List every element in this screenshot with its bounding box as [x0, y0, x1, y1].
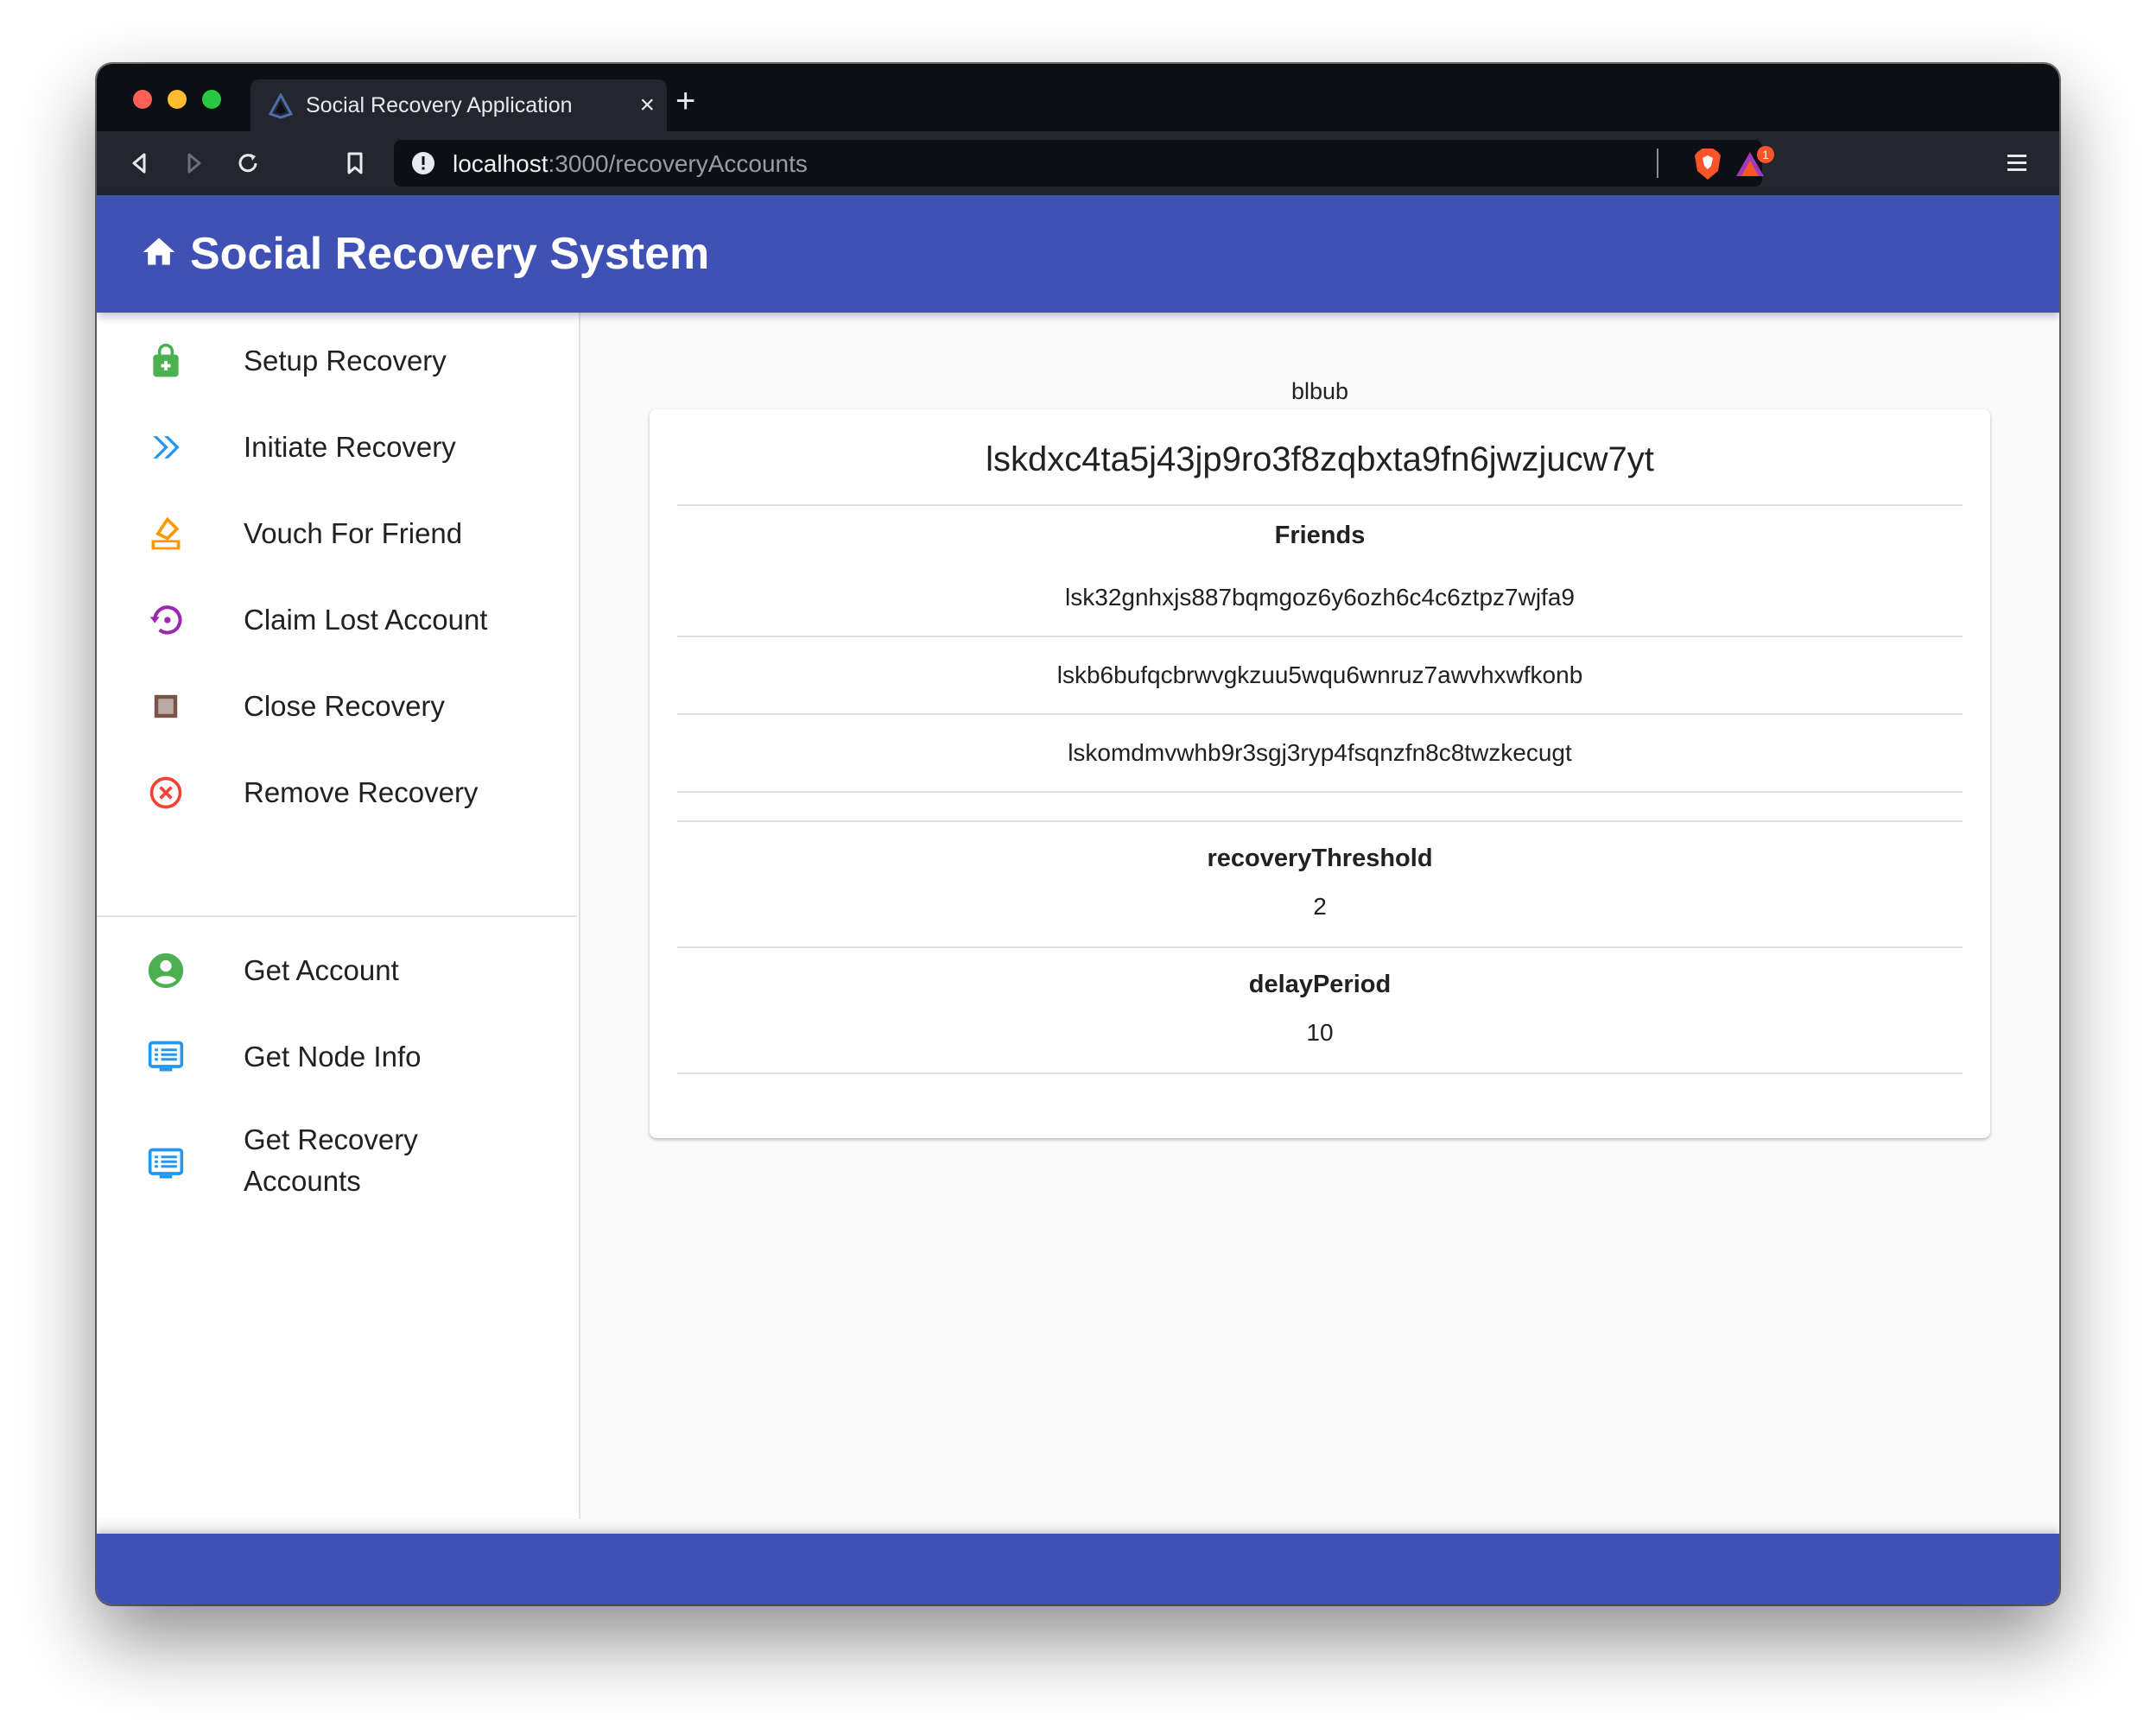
recovery-threshold-heading: recoveryThreshold: [1207, 845, 1433, 872]
divider: [677, 820, 1963, 822]
sidebar-item-label: Get Recovery Accounts: [244, 1123, 418, 1197]
bookmark-icon[interactable]: [339, 147, 371, 180]
lock-icon: [153, 343, 179, 377]
recovery-threshold-value: 2: [1313, 893, 1327, 920]
url-text[interactable]: localhost:3000/recoveryAccounts: [453, 150, 808, 178]
sidebar-item-vouch-for-friend[interactable]: Vouch For Friend: [97, 490, 577, 577]
browser-window: Social Recovery Application × + localhos…: [97, 64, 2059, 1604]
sidebar-item-label: Get Account: [244, 954, 399, 986]
sidebar-item-close-recovery[interactable]: Close Recovery: [97, 663, 577, 750]
sidebar-item-claim-lost-account[interactable]: Claim Lost Account: [97, 577, 577, 663]
sidebar-item-label: Claim Lost Account: [244, 604, 488, 636]
divider: [677, 791, 1963, 793]
monitor-list-icon: [148, 1148, 184, 1179]
rewards-badge: 1: [1762, 148, 1769, 161]
minimize-window-button[interactable]: [168, 90, 187, 109]
divider: [677, 946, 1963, 948]
account-address: lskdxc4ta5j43jp9ro3f8zqbxta9fn6jwzjucw7y…: [986, 440, 1654, 478]
sidebar: Setup Recovery Initiate Recovery Vouch F…: [97, 313, 580, 1519]
brave-shields-icon[interactable]: [1691, 147, 1724, 181]
delay-period-value: 10: [1306, 1019, 1334, 1046]
friend-address: lsk32gnhxjs887bqmgoz6y6ozh6c4c6ztpz7wjfa…: [1065, 584, 1575, 611]
url-host: localhost: [453, 150, 549, 177]
divider: [677, 504, 1963, 506]
divider: [677, 636, 1963, 637]
app-footer: [97, 1534, 2059, 1604]
forward-icon[interactable]: [178, 147, 211, 180]
recovery-account-card: lskdxc4ta5j43jp9ro3f8zqbxta9fn6jwzjucw7y…: [650, 409, 1990, 1138]
sidebar-item-label: Get Node Info: [244, 1041, 422, 1073]
delay-period-heading: delayPeriod: [1248, 971, 1392, 998]
brave-rewards-icon[interactable]: 1: [1733, 145, 1776, 181]
friends-heading: Friends: [1274, 522, 1366, 549]
sidebar-item-label: Remove Recovery: [244, 776, 479, 808]
tab-social-recovery[interactable]: Social Recovery Application ×: [250, 79, 667, 131]
sidebar-item-remove-recovery[interactable]: Remove Recovery: [97, 750, 577, 836]
stop-square-icon: [154, 694, 178, 718]
sidebar-item-label: Vouch For Friend: [244, 517, 463, 549]
new-tab-icon[interactable]: +: [675, 79, 695, 123]
hamburger-menu-icon[interactable]: [2002, 149, 2032, 178]
sidebar-item-label: Close Recovery: [244, 690, 445, 722]
back-icon[interactable]: [123, 147, 155, 180]
ballot-box-icon: [151, 516, 181, 550]
tab-title: Social Recovery Application: [306, 93, 573, 117]
friend-address: lskb6bufqcbrwvgkzuu5wqu6wnruz7awvhxwfkon…: [1056, 661, 1583, 688]
sidebar-item-get-account[interactable]: Get Account: [97, 929, 577, 1016]
account-name-label: blbub: [1290, 378, 1349, 404]
cancel-circle-icon: [149, 776, 182, 809]
sidebar-divider: [97, 915, 577, 917]
sidebar-item-get-recovery-accounts[interactable]: Get Recovery Accounts: [97, 1102, 577, 1214]
address-bar[interactable]: localhost:3000/recoveryAccounts 1: [394, 140, 1774, 187]
restore-icon: [149, 605, 182, 635]
url-path: :3000/recoveryAccounts: [548, 150, 808, 177]
double-chevron-right-icon: [153, 436, 180, 459]
sidebar-item-initiate-recovery[interactable]: Initiate Recovery: [97, 404, 577, 490]
friend-address: lskomdmvwhb9r3sgj3ryp4fsqnzfn8c8twzkecug…: [1068, 739, 1572, 766]
close-window-button[interactable]: [133, 90, 152, 109]
tab-strip: Social Recovery Application × +: [97, 64, 2059, 131]
maximize-window-button[interactable]: [202, 90, 221, 109]
sidebar-item-get-node-info[interactable]: Get Node Info: [97, 1016, 577, 1102]
reload-icon[interactable]: [231, 147, 264, 180]
divider: [677, 713, 1963, 715]
sidebar-item-setup-recovery[interactable]: Setup Recovery: [97, 318, 577, 404]
lisk-logo-icon: [268, 93, 294, 119]
monitor-list-icon: [148, 1041, 184, 1072]
home-icon[interactable]: [140, 233, 178, 271]
sidebar-item-label: Setup Recovery: [244, 345, 447, 377]
divider: [677, 1073, 1963, 1074]
app-title: Social Recovery System: [190, 229, 710, 279]
account-circle-icon: [148, 952, 184, 989]
app-header: Social Recovery System: [97, 195, 2059, 313]
tab-close-icon[interactable]: ×: [639, 88, 655, 123]
info-icon[interactable]: [411, 151, 435, 175]
browser-toolbar: localhost:3000/recoveryAccounts 1: [97, 131, 2059, 195]
url-divider: [1657, 149, 1658, 178]
sidebar-item-label: Initiate Recovery: [244, 431, 456, 463]
